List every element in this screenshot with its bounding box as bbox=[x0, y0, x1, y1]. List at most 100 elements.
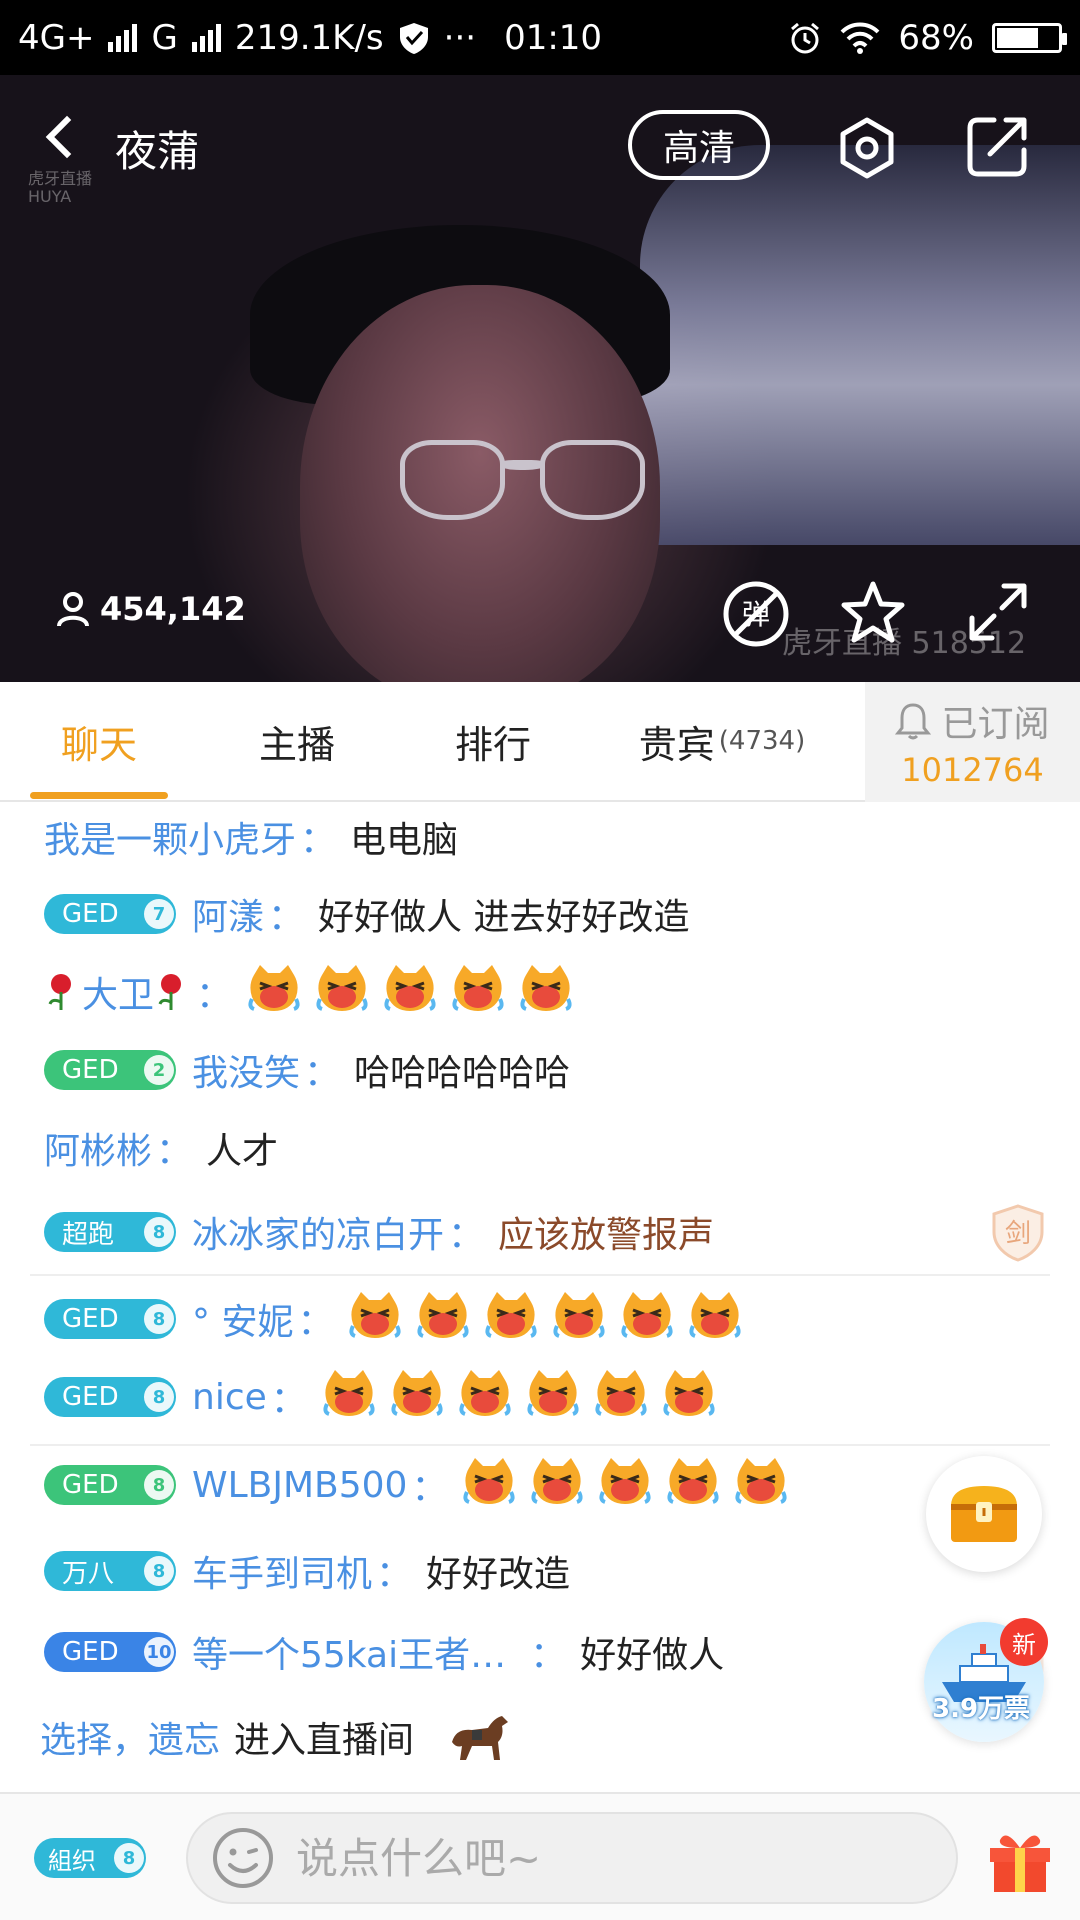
tab-vip[interactable]: 贵宾 (4734) bbox=[622, 682, 822, 800]
platform-logo: 虎牙直播 HUYA bbox=[28, 169, 93, 206]
video-subject-glasses bbox=[400, 440, 650, 530]
viewer-count-value: 454,142 bbox=[100, 590, 246, 628]
chat-username[interactable]: 阿漾 bbox=[192, 888, 264, 940]
crying-cat-emoji bbox=[382, 963, 438, 1013]
wifi-icon bbox=[841, 22, 880, 54]
emoji-row bbox=[321, 1368, 729, 1427]
subscriber-count: 1012764 bbox=[901, 751, 1044, 789]
treasure-chest-button[interactable] bbox=[926, 1456, 1042, 1572]
crying-cat-emoji bbox=[597, 1456, 653, 1506]
signal-icon bbox=[108, 23, 138, 52]
quality-button[interactable]: 高清 bbox=[628, 110, 770, 180]
chat-message: 我是一颗小虎牙： 电电脑 bbox=[44, 802, 458, 872]
rose-icon bbox=[48, 974, 71, 1010]
chat-username[interactable]: WLBJMB500 bbox=[192, 1465, 407, 1506]
crying-cat-emoji bbox=[461, 1456, 517, 1506]
chat-username[interactable]: 车手到司机 bbox=[192, 1545, 372, 1597]
alarm-icon bbox=[791, 22, 820, 53]
chat-username[interactable]: 选择，遗忘 bbox=[40, 1711, 220, 1763]
fan-badge[interactable]: GED 2 bbox=[44, 1050, 176, 1090]
emoji-row bbox=[347, 1290, 755, 1349]
chat-text: 好好做人 进去好好改造 bbox=[318, 897, 690, 938]
chat-username[interactable]: 阿彬彬 bbox=[44, 1122, 152, 1174]
fan-badge[interactable]: 超跑 8 bbox=[44, 1212, 176, 1252]
fan-badge[interactable]: 万八 8 bbox=[44, 1551, 176, 1591]
chat-text: 好好改造 bbox=[426, 1554, 571, 1595]
crying-cat-emoji bbox=[619, 1290, 675, 1340]
crying-cat-emoji bbox=[483, 1290, 539, 1340]
chat-message: 阿彬彬： 人才 bbox=[44, 1113, 278, 1183]
emoji-row bbox=[246, 963, 586, 1022]
crying-cat-emoji bbox=[661, 1368, 717, 1418]
votes-count: 3.9万票 bbox=[932, 1694, 1031, 1724]
crying-cat-emoji bbox=[665, 1456, 721, 1506]
battery-icon bbox=[992, 22, 1067, 53]
chat-message: GED 8 nice： bbox=[44, 1362, 729, 1432]
sword-shield-icon: 剑 bbox=[992, 1204, 1044, 1262]
crying-cat-emoji bbox=[593, 1368, 649, 1418]
tab-chat[interactable]: 聊天 bbox=[30, 682, 168, 800]
crying-cat-emoji bbox=[415, 1290, 471, 1340]
chat-username[interactable]: 我是一颗小虎牙 bbox=[44, 811, 296, 863]
chat-username[interactable]: 我没笑 bbox=[192, 1044, 300, 1096]
tab-ranking[interactable]: 排行 bbox=[424, 682, 562, 800]
horse-mount-icon bbox=[452, 1716, 509, 1760]
crying-cat-emoji bbox=[321, 1368, 377, 1418]
fan-badge[interactable]: GED 8 bbox=[44, 1465, 176, 1505]
chat-message: GED 8 WLBJMB500： bbox=[44, 1450, 801, 1520]
fan-badge[interactable]: GED 8 bbox=[44, 1299, 176, 1339]
gift-icon[interactable] bbox=[984, 1824, 1056, 1896]
battery-fill bbox=[997, 27, 1038, 48]
chat-message: GED 10 等一个55kai王者…： 好好做人 bbox=[44, 1617, 724, 1687]
person-icon bbox=[57, 592, 89, 627]
crying-cat-emoji bbox=[246, 963, 302, 1013]
subscribe-label: 已订阅 bbox=[941, 704, 1050, 745]
chat-input[interactable] bbox=[296, 1833, 896, 1883]
emoji-smile-icon[interactable] bbox=[210, 1825, 276, 1891]
crying-cat-emoji bbox=[525, 1368, 581, 1418]
fan-badge[interactable]: GED 10 bbox=[44, 1632, 176, 1672]
viewer-count: 454,142 bbox=[56, 590, 246, 628]
chat-list[interactable]: 我是一颗小虎牙： 电电脑 GED 7 阿漾： 好好做人 进去好好改造 大卫 ： G… bbox=[0, 802, 1080, 1792]
chat-message: 选择，遗忘 进入直播间 bbox=[40, 1702, 516, 1772]
chat-text: 好好做人 bbox=[580, 1635, 725, 1676]
network-type-2: G bbox=[151, 17, 178, 58]
chat-username[interactable]: 等一个55kai王者… bbox=[192, 1626, 506, 1678]
crying-cat-emoji bbox=[518, 963, 574, 1013]
chat-input-box[interactable] bbox=[186, 1812, 958, 1904]
room-title: 夜蒲 bbox=[115, 127, 200, 176]
tab-streamer[interactable]: 主播 bbox=[228, 682, 366, 800]
new-badge: 新 bbox=[1000, 1618, 1048, 1666]
crying-cat-emoji bbox=[551, 1290, 607, 1340]
crying-cat-emoji bbox=[450, 963, 506, 1013]
crying-cat-emoji bbox=[314, 963, 370, 1013]
crying-cat-emoji bbox=[529, 1456, 585, 1506]
votes-ship-button[interactable]: 3.9万票 新 bbox=[924, 1618, 1048, 1742]
subscribe-button[interactable]: 已订阅 1012764 bbox=[865, 682, 1080, 802]
clock: 01:10 bbox=[504, 17, 603, 58]
chat-username[interactable]: nice bbox=[192, 1377, 267, 1418]
settings-icon[interactable] bbox=[836, 117, 898, 179]
crying-cat-emoji bbox=[457, 1368, 513, 1418]
more-indicator: ··· bbox=[443, 17, 477, 58]
danmaku-off-icon[interactable]: 弹 bbox=[722, 580, 790, 648]
chat-message: 超跑 8 冰冰家的凉白开： 应该放警报声 bbox=[44, 1197, 714, 1267]
vpn-shield-icon bbox=[399, 22, 428, 54]
chat-message: GED 7 阿漾： 好好做人 进去好好改造 bbox=[44, 879, 689, 949]
chat-username[interactable]: ° 安妮 bbox=[192, 1293, 293, 1345]
org-badge[interactable]: 組织 8 bbox=[34, 1838, 146, 1878]
crying-cat-emoji bbox=[733, 1456, 789, 1506]
fan-badge[interactable]: GED 7 bbox=[44, 894, 176, 934]
tab-active-indicator bbox=[30, 792, 168, 799]
bottom-input-bar: 組织 8 bbox=[0, 1792, 1080, 1920]
fan-badge[interactable]: GED 8 bbox=[44, 1377, 176, 1417]
signal-icon-2 bbox=[191, 23, 221, 52]
share-icon[interactable] bbox=[966, 114, 1030, 178]
chat-username[interactable]: 冰冰家的凉白开 bbox=[192, 1206, 444, 1258]
chat-username[interactable]: 大卫 bbox=[82, 966, 154, 1018]
chat-message: 大卫 ： bbox=[44, 957, 586, 1027]
chat-message: 万八 8 车手到司机： 好好改造 bbox=[44, 1536, 570, 1606]
chat-message: GED 2 我没笑： 哈哈哈哈哈哈 bbox=[44, 1035, 570, 1105]
status-bar: 4G+ G 219.1K/s ··· 01:10 68% bbox=[0, 0, 1080, 75]
crying-cat-emoji bbox=[389, 1368, 445, 1418]
